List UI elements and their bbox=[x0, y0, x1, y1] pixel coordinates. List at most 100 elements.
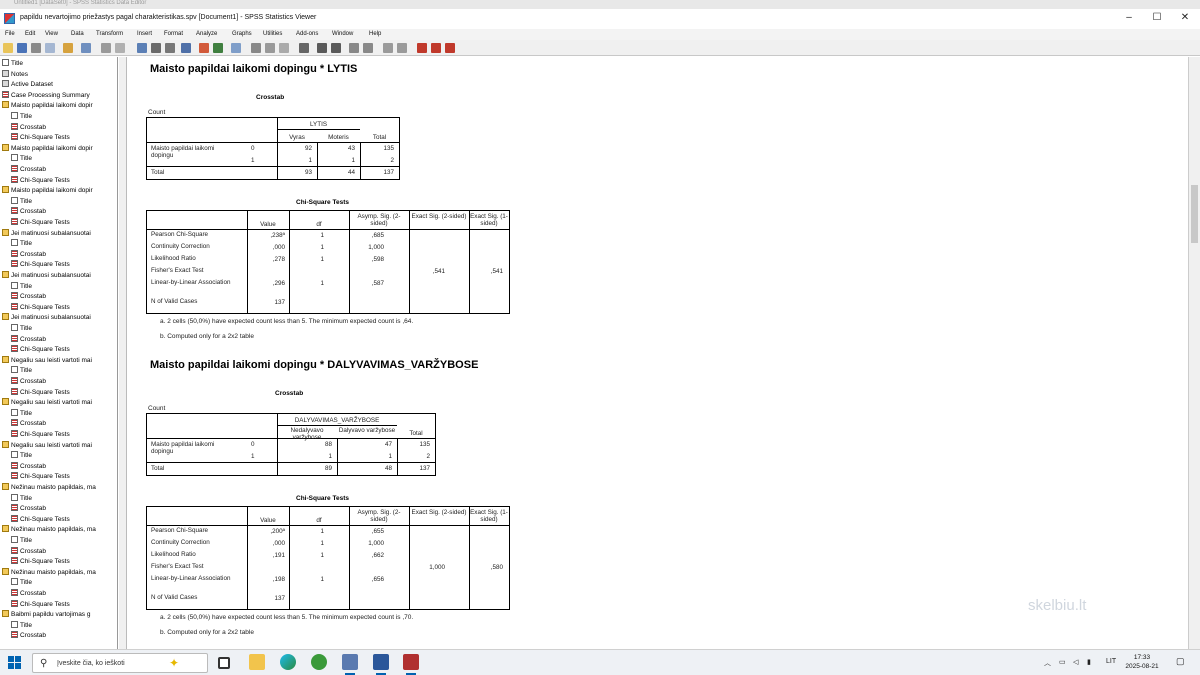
spss-viewer-taskbar-icon[interactable] bbox=[403, 654, 419, 675]
print-preview-icon[interactable] bbox=[45, 43, 55, 53]
outline-item[interactable]: Title bbox=[11, 196, 32, 207]
outline-item[interactable]: Negaliu sau leisti vartoti mai bbox=[2, 398, 92, 408]
output-scrollbar[interactable] bbox=[1188, 57, 1200, 649]
menu-view[interactable]: View bbox=[45, 31, 58, 37]
hide-output-icon[interactable] bbox=[397, 43, 407, 53]
show-all-variables-icon[interactable] bbox=[213, 43, 223, 53]
outline-item[interactable]: Crosstab bbox=[11, 165, 46, 175]
spss-taskbar-icon[interactable] bbox=[342, 654, 358, 675]
outline-item[interactable]: Chi-Square Tests bbox=[11, 218, 70, 228]
goto-data-icon[interactable] bbox=[137, 43, 147, 53]
outline-item[interactable]: Crosstab bbox=[11, 461, 46, 472]
insert-icon[interactable] bbox=[299, 43, 309, 53]
outline-item[interactable]: Crosstab bbox=[11, 122, 46, 133]
undo-icon[interactable] bbox=[101, 43, 111, 53]
menu-edit[interactable]: Edit bbox=[25, 31, 35, 37]
outline-item[interactable]: Jei matinuosi subalansuotai bbox=[2, 228, 91, 239]
menu-utilities[interactable]: Utilities bbox=[263, 31, 282, 37]
spelling-icon[interactable] bbox=[231, 43, 241, 53]
outline-item[interactable]: Nežinau maisto papildais, ma bbox=[2, 525, 96, 535]
tray-chevron-icon[interactable]: ︿ bbox=[1044, 658, 1051, 668]
language-indicator[interactable]: LIT bbox=[1106, 658, 1116, 665]
menu-data[interactable]: Data bbox=[71, 31, 84, 37]
menu-add-ons[interactable]: Add-ons bbox=[296, 31, 318, 37]
window-titlebar[interactable]: papildu nevartojimo priežastys pagal cha… bbox=[0, 9, 1200, 29]
task-view-icon[interactable] bbox=[218, 657, 230, 669]
outline-item[interactable]: Title bbox=[11, 578, 32, 588]
outline-item[interactable]: Crosstab bbox=[11, 631, 46, 641]
menu-transform[interactable]: Transform bbox=[96, 31, 123, 37]
search-input[interactable]: Įveskite čia, ko ieškoti bbox=[57, 660, 125, 667]
outline-item[interactable]: Jei matinuosi subalansuotai bbox=[2, 313, 91, 323]
volume-icon[interactable]: ◁ bbox=[1073, 658, 1078, 666]
network-icon[interactable]: ▭ bbox=[1059, 658, 1066, 666]
demote-icon[interactable] bbox=[331, 43, 341, 53]
outline-pane[interactable]: Title Notes Active Dataset Case Processing … bbox=[0, 57, 118, 649]
outline-item[interactable]: Title bbox=[11, 112, 32, 122]
save-icon[interactable] bbox=[17, 43, 27, 53]
export-icon[interactable] bbox=[63, 43, 73, 53]
outline-item[interactable]: Chi-Square Tests bbox=[11, 557, 70, 567]
outline-item[interactable]: Jei matinuosi subalansuotai bbox=[2, 271, 91, 281]
scrollbar-thumb[interactable] bbox=[1191, 185, 1198, 243]
outline-item[interactable]: Chi-Square Tests bbox=[11, 472, 70, 482]
outline-item[interactable]: Chi-Square Tests bbox=[11, 599, 70, 610]
outline-item[interactable]: Maisto papildai laikomi dopir bbox=[2, 101, 93, 111]
windows-start-icon[interactable] bbox=[8, 656, 21, 669]
menu-graphs[interactable]: Graphs bbox=[232, 31, 252, 37]
outline-item[interactable]: Title bbox=[11, 536, 32, 546]
outline-item[interactable]: Chi-Square Tests bbox=[11, 430, 70, 440]
file-explorer-icon[interactable] bbox=[249, 654, 265, 670]
redo-icon[interactable] bbox=[115, 43, 125, 53]
open-icon[interactable] bbox=[3, 43, 13, 53]
insert-heading-icon[interactable] bbox=[417, 43, 427, 53]
outline-item[interactable]: Crosstab bbox=[11, 504, 46, 514]
outline-item[interactable]: Chi-Square Tests bbox=[11, 133, 70, 143]
outline-item[interactable]: Negaliu sau leisti vartoti mai bbox=[2, 355, 92, 366]
insert-title-icon[interactable] bbox=[431, 43, 441, 53]
outline-item[interactable]: Chi-Square Tests bbox=[11, 302, 70, 313]
edge-icon[interactable] bbox=[280, 654, 296, 670]
outline-scrollbar[interactable] bbox=[119, 57, 127, 649]
outline-item[interactable]: Title bbox=[11, 408, 32, 419]
outline-item[interactable]: Crosstab bbox=[11, 377, 46, 387]
show-output-icon[interactable] bbox=[383, 43, 393, 53]
use-sets-icon[interactable] bbox=[199, 43, 209, 53]
menu-help[interactable]: Help bbox=[369, 31, 381, 37]
taskbar-search[interactable]: ⚲ Įveskite čia, ko ieškoti ✦ bbox=[32, 653, 208, 673]
outline-item[interactable]: Chi-Square Tests bbox=[11, 345, 70, 355]
utorrent-icon[interactable] bbox=[311, 654, 327, 670]
outline-item[interactable]: Active Dataset bbox=[2, 80, 53, 90]
clock[interactable]: 17:33 2025-08-21 bbox=[1122, 653, 1162, 671]
outline-item[interactable]: Maisto papildai laikomi dopir bbox=[2, 186, 93, 196]
outline-item[interactable]: Case Processing Summary bbox=[2, 90, 90, 101]
outline-item[interactable]: Chi-Square Tests bbox=[11, 175, 70, 186]
menu-insert[interactable]: Insert bbox=[137, 31, 152, 37]
outline-item[interactable]: Crosstab bbox=[11, 589, 46, 599]
outline-item[interactable]: Title bbox=[11, 620, 32, 631]
outline-item[interactable]: Crosstab bbox=[11, 292, 46, 302]
outline-item[interactable]: Title bbox=[2, 59, 23, 69]
minimize-button[interactable]: – bbox=[1116, 10, 1142, 26]
menu-window[interactable]: Window bbox=[332, 31, 353, 37]
outline-item[interactable]: Title bbox=[11, 281, 32, 292]
outline-item[interactable]: Chi-Square Tests bbox=[11, 260, 70, 270]
outline-item[interactable]: Chi-Square Tests bbox=[11, 387, 70, 398]
maximize-button[interactable]: ☐ bbox=[1144, 10, 1170, 26]
designated-window-icon[interactable] bbox=[251, 43, 261, 53]
outline-item[interactable]: Crosstab bbox=[11, 546, 46, 557]
insert-text-icon[interactable] bbox=[445, 43, 455, 53]
outline-item[interactable]: Maisto papildai laikomi dopir bbox=[2, 143, 93, 154]
variables-icon[interactable] bbox=[181, 43, 191, 53]
outline-item[interactable]: Nežinau maisto papildais, ma bbox=[2, 567, 96, 578]
goto-variable-icon[interactable] bbox=[165, 43, 175, 53]
outline-item[interactable]: Title bbox=[11, 366, 32, 376]
outline-item[interactable]: Notes bbox=[2, 69, 28, 80]
outline-item[interactable]: Title bbox=[11, 451, 32, 461]
word-icon[interactable] bbox=[373, 654, 389, 675]
hide-icon[interactable] bbox=[279, 43, 289, 53]
close-button[interactable]: ✕ bbox=[1172, 10, 1198, 26]
battery-icon[interactable]: ▮ bbox=[1087, 658, 1091, 666]
outline-item[interactable]: Crosstab bbox=[11, 249, 46, 260]
notifications-icon[interactable]: ▢ bbox=[1176, 656, 1185, 667]
